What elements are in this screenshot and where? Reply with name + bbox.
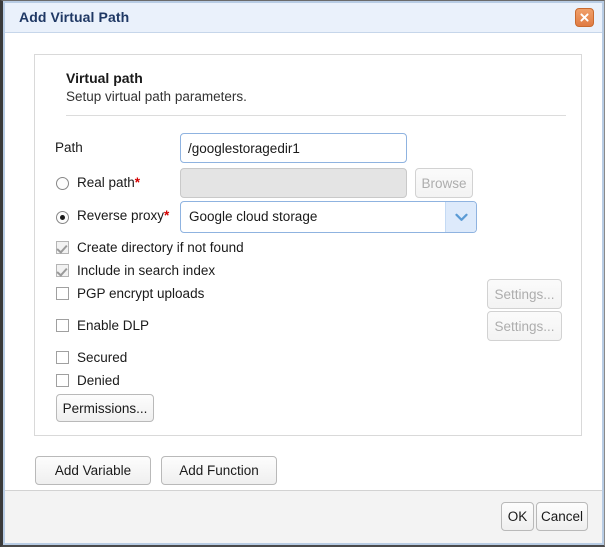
dialog-window-inner: Add Virtual Path Virtual path Setup virt…	[3, 1, 604, 545]
panel-separator	[66, 115, 566, 116]
path-input[interactable]	[180, 133, 407, 163]
real-path-input[interactable]	[180, 168, 407, 198]
add-variable-button[interactable]: Add Variable	[35, 456, 151, 485]
dialog-footer: OK Cancel	[5, 490, 602, 543]
denied-row: Denied	[35, 374, 581, 396]
permissions-button[interactable]: Permissions...	[56, 394, 154, 422]
reverse-proxy-select[interactable]: Google cloud storage	[180, 201, 477, 233]
real-path-required-marker: *	[135, 175, 140, 190]
denied-checkbox[interactable]	[56, 374, 69, 387]
reverse-proxy-required-marker: *	[164, 208, 169, 223]
enable-dlp-checkbox[interactable]	[56, 319, 69, 332]
reverse-proxy-label: Reverse proxy*	[77, 201, 169, 231]
reverse-proxy-row: Reverse proxy* Google cloud storage	[35, 201, 581, 231]
denied-label: Denied	[77, 373, 120, 388]
create-directory-label: Create directory if not found	[77, 240, 244, 255]
dlp-settings-button[interactable]: Settings...	[487, 311, 562, 341]
close-icon[interactable]	[575, 8, 594, 27]
enable-dlp-row: Enable DLP Settings...	[35, 319, 581, 341]
secured-label: Secured	[77, 350, 127, 365]
secured-row: Secured	[35, 351, 581, 373]
real-path-row: Real path* Browse	[35, 168, 581, 198]
virtual-path-panel: Virtual path Setup virtual path paramete…	[34, 54, 582, 436]
pgp-encrypt-checkbox[interactable]	[56, 287, 69, 300]
enable-dlp-label: Enable DLP	[77, 318, 149, 333]
browse-button[interactable]: Browse	[415, 168, 473, 198]
panel-subheading: Setup virtual path parameters.	[66, 89, 566, 104]
dialog-titlebar: Add Virtual Path	[5, 3, 602, 33]
dialog-window: Add Virtual Path Virtual path Setup virt…	[0, 0, 605, 547]
pgp-encrypt-label: PGP encrypt uploads	[77, 286, 204, 301]
reverse-proxy-radio[interactable]	[56, 211, 69, 224]
panel-header: Virtual path Setup virtual path paramete…	[66, 70, 566, 104]
path-row: Path	[35, 133, 581, 163]
create-directory-row: Create directory if not found	[35, 241, 581, 263]
chevron-down-icon[interactable]	[445, 202, 476, 232]
include-search-index-label: Include in search index	[77, 263, 215, 278]
include-search-index-checkbox[interactable]	[56, 264, 69, 277]
real-path-radio[interactable]	[56, 177, 69, 190]
real-path-label: Real path*	[77, 168, 140, 198]
reverse-proxy-selected-value: Google cloud storage	[189, 202, 317, 232]
dialog-body: Virtual path Setup virtual path paramete…	[5, 34, 602, 490]
pgp-settings-button[interactable]: Settings...	[487, 279, 562, 309]
pgp-encrypt-row: PGP encrypt uploads Settings...	[35, 287, 581, 309]
dialog-title: Add Virtual Path	[19, 9, 129, 25]
path-label: Path	[55, 133, 83, 163]
cancel-button[interactable]: Cancel	[536, 502, 588, 531]
create-directory-checkbox[interactable]	[56, 241, 69, 254]
ok-button[interactable]: OK	[501, 502, 534, 531]
add-function-button[interactable]: Add Function	[161, 456, 277, 485]
secured-checkbox[interactable]	[56, 351, 69, 364]
panel-heading: Virtual path	[66, 70, 566, 86]
